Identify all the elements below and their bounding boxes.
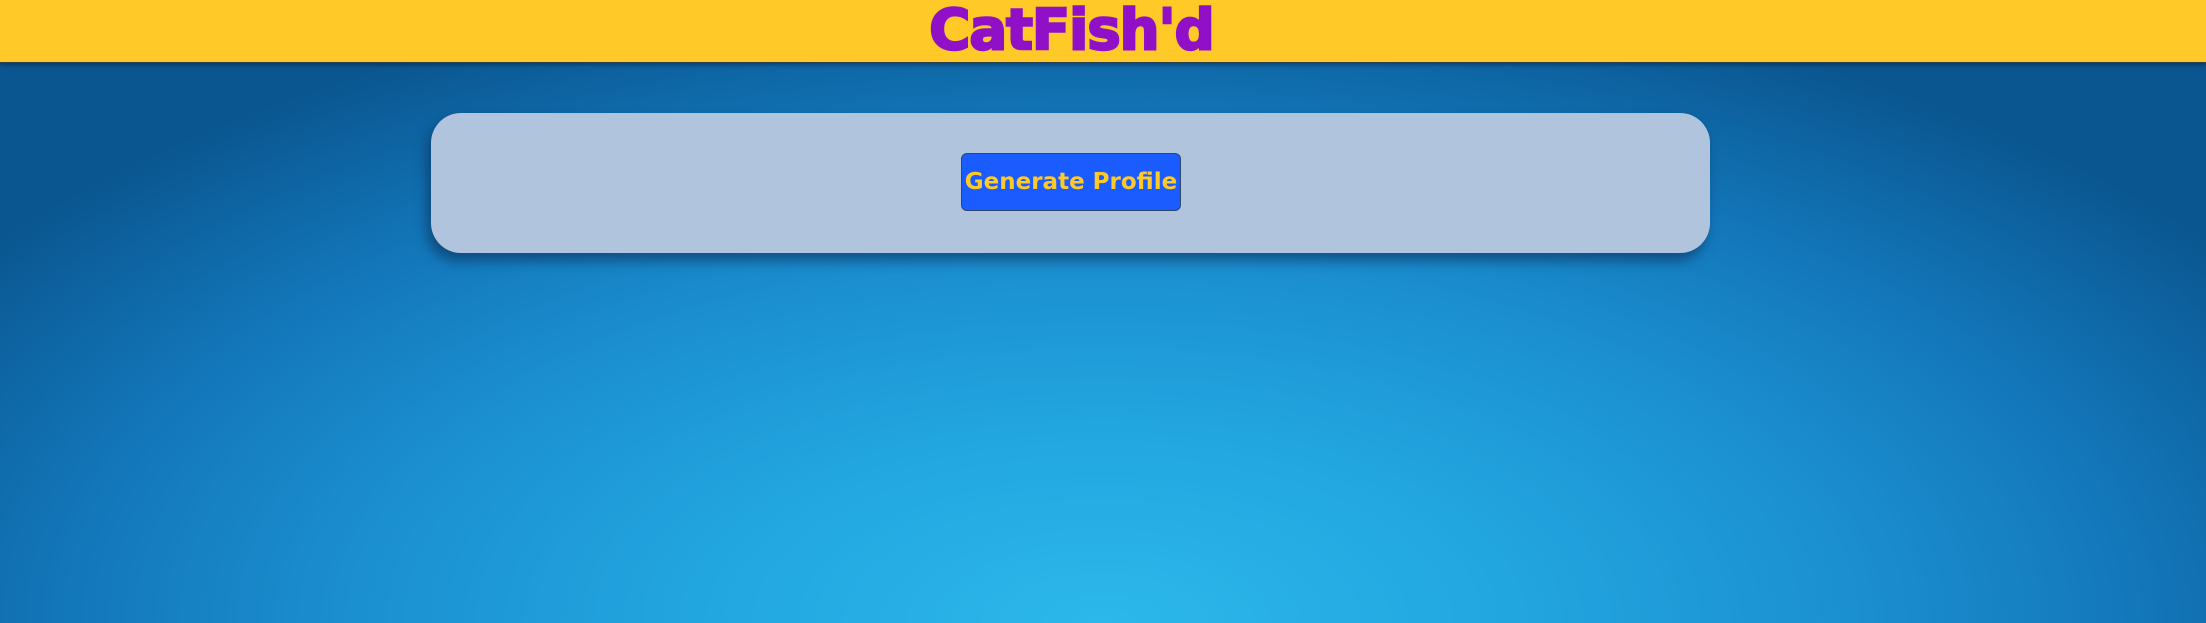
generate-profile-button[interactable]: Generate Profile xyxy=(961,153,1181,211)
site-title: CatFish'd xyxy=(928,0,1216,63)
top-header-bar: CatFish'd xyxy=(0,0,2206,63)
generator-panel: Generate Profile xyxy=(431,113,1710,253)
